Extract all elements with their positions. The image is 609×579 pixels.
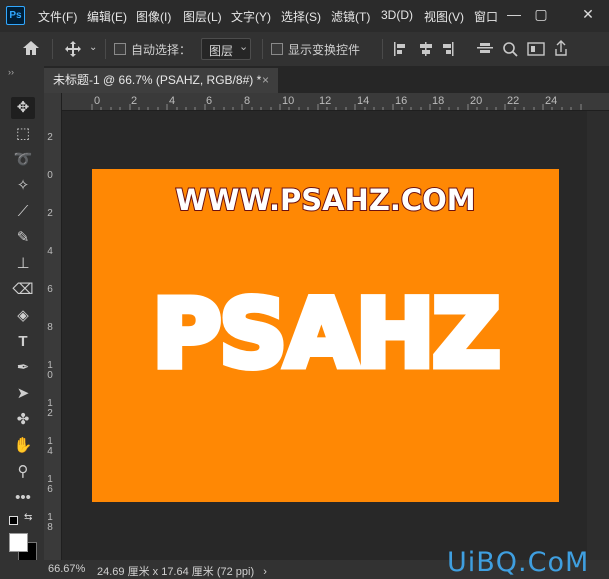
show-transform-checkbox[interactable] bbox=[271, 43, 283, 55]
photoshop-logo-icon[interactable]: Ps bbox=[6, 6, 25, 25]
menu-select[interactable]: 选择(S) bbox=[281, 8, 321, 25]
ruler-label: 0 bbox=[47, 170, 53, 181]
tools-panel: ›› ✥ ⬚ ➰ ✧ ⟋ ✎ ⊥ ⌫ ◈ T ✒ ➤ ✤ ✋ ⚲ ••• ⇆ bbox=[0, 66, 44, 561]
horizontal-ruler[interactable]: 0 2 4 6 8 10 12 14 16 18 20 22 24 bbox=[44, 93, 609, 111]
pen-tool-icon[interactable]: ✒ bbox=[11, 357, 35, 379]
foreground-color-swatch[interactable] bbox=[9, 533, 28, 552]
layer-select-value: 图层 bbox=[209, 44, 234, 58]
ruler-label: 2 bbox=[47, 132, 53, 143]
menu-file[interactable]: 文件(F) bbox=[38, 8, 77, 25]
eyedropper-tool-icon[interactable]: ⟋ bbox=[11, 201, 35, 223]
close-tab-icon[interactable]: × bbox=[262, 68, 269, 93]
chevron-down-icon: ⌄ bbox=[239, 41, 249, 53]
layer-select-dropdown[interactable]: 图层 ⌄ bbox=[201, 38, 251, 60]
ruler-label: 6 bbox=[47, 284, 53, 295]
maximize-icon[interactable]: ▢ bbox=[531, 4, 551, 24]
document-tab[interactable]: 未标题-1 @ 66.7% (PSAHZ, RGB/8#) * × bbox=[44, 68, 278, 93]
divider bbox=[52, 39, 53, 59]
ruler-label: 1 0 bbox=[47, 360, 53, 381]
paint-bucket-tool-icon[interactable]: ◈ bbox=[11, 305, 35, 327]
divider bbox=[382, 39, 383, 59]
zoom-level[interactable]: 66.67% bbox=[48, 563, 85, 575]
lasso-tool-icon[interactable]: ➰ bbox=[11, 149, 35, 171]
menu-type[interactable]: 文字(Y) bbox=[231, 8, 271, 25]
zoom-tool-icon[interactable]: ⚲ bbox=[11, 461, 35, 483]
stamp-tool-icon[interactable]: ⊥ bbox=[11, 253, 35, 275]
close-icon[interactable]: ✕ bbox=[578, 4, 598, 24]
vertical-ruler[interactable]: 2 0 2 4 6 8 1 0 1 2 1 4 1 6 1 8 bbox=[44, 93, 62, 560]
menu-window[interactable]: 窗口 bbox=[474, 8, 498, 25]
ruler-label: 2 bbox=[47, 208, 53, 219]
magic-wand-tool-icon[interactable]: ✧ bbox=[11, 175, 35, 197]
collapse-panel-icon[interactable]: ›› bbox=[8, 67, 14, 77]
more-tools-icon[interactable]: ••• bbox=[11, 487, 35, 509]
ruler-label: 8 bbox=[47, 322, 53, 333]
auto-select-checkbox[interactable] bbox=[114, 43, 126, 55]
url-text: WWW.PSAHZ.COM bbox=[174, 182, 476, 218]
ruler-ticks bbox=[91, 104, 582, 110]
site-watermark: UiBQ.CoM bbox=[447, 547, 590, 578]
default-colors-icon[interactable] bbox=[9, 516, 18, 525]
show-transform-label: 显示变换控件 bbox=[288, 43, 361, 57]
marquee-tool-icon[interactable]: ⬚ bbox=[11, 123, 35, 145]
ruler-label: 1 4 bbox=[47, 436, 53, 457]
big-text: PSAHZ bbox=[149, 277, 504, 393]
big-text-layer[interactable]: PSAHZ bbox=[92, 277, 559, 393]
vertical-scrollbar[interactable] bbox=[587, 111, 609, 560]
options-bar: ⌄ 自动选择： 显示变换控件 bbox=[0, 32, 609, 67]
chevron-down-icon[interactable]: ⌄ bbox=[89, 42, 97, 53]
eraser-tool-icon[interactable]: ⌫ bbox=[11, 279, 35, 301]
ruler-label: 4 bbox=[47, 246, 53, 257]
url-text-layer[interactable]: WWW.PSAHZ.COM bbox=[92, 182, 559, 218]
divider bbox=[262, 39, 263, 59]
home-icon[interactable] bbox=[22, 40, 40, 56]
document-info[interactable]: 24.69 厘米 x 17.64 厘米 (72 ppi) › bbox=[97, 563, 267, 579]
brush-tool-icon[interactable]: ✎ bbox=[11, 227, 35, 249]
menu-image[interactable]: 图像(I) bbox=[136, 8, 171, 25]
path-selection-tool-icon[interactable]: ➤ bbox=[11, 383, 35, 405]
ruler-label: 1 8 bbox=[47, 512, 53, 533]
move-tool-icon[interactable]: ✥ bbox=[11, 97, 35, 119]
ruler-label: 1 2 bbox=[47, 398, 53, 419]
divider bbox=[105, 39, 106, 59]
menu-filter[interactable]: 滤镜(T) bbox=[331, 8, 370, 25]
document-tab-title: 未标题-1 @ 66.7% (PSAHZ, RGB/8#) * bbox=[53, 73, 262, 87]
swap-colors-icon[interactable]: ⇆ bbox=[24, 512, 32, 523]
custom-shape-tool-icon[interactable]: ✤ bbox=[11, 409, 35, 431]
auto-select-label: 自动选择： bbox=[131, 43, 192, 57]
minimize-icon[interactable]: — bbox=[504, 4, 524, 24]
menu-3d[interactable]: 3D(D) bbox=[381, 8, 413, 22]
move-tool-icon[interactable] bbox=[64, 40, 82, 58]
ruler-label: 1 6 bbox=[47, 474, 53, 495]
menu-view[interactable]: 视图(V) bbox=[424, 8, 464, 25]
chevron-right-icon[interactable]: › bbox=[263, 566, 267, 578]
document-dimensions: 24.69 厘米 x 17.64 厘米 (72 ppi) bbox=[97, 566, 255, 578]
menu-bar: Ps 文件(F) 编辑(E) 图像(I) 图层(L) 文字(Y) 选择(S) 滤… bbox=[0, 0, 609, 32]
hand-tool-icon[interactable]: ✋ bbox=[11, 435, 35, 457]
type-tool-icon[interactable]: T bbox=[11, 331, 35, 353]
align-icons[interactable] bbox=[393, 40, 573, 58]
menu-layer[interactable]: 图层(L) bbox=[183, 8, 222, 25]
menu-edit[interactable]: 编辑(E) bbox=[87, 8, 127, 25]
